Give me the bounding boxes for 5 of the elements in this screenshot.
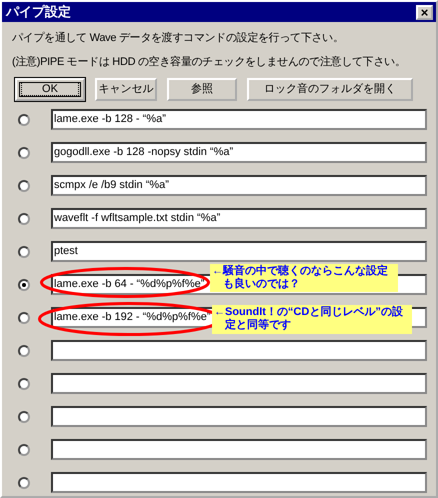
annotation-tooltip: ←騒音の中で聴くのならこんな設定も良いのでは？ bbox=[210, 264, 398, 292]
window-title: パイプ設定 bbox=[6, 3, 71, 22]
message-text: パイプを通して Wave データを渡すコマンドの設定を行って下さい。 bbox=[12, 30, 345, 46]
annotation-tooltip: ←SoundIt！の“CDと同じレベル”の設定と同等です bbox=[212, 305, 412, 334]
message-text: (注意)PIPE モードは HDD の空き容量のチェックをしませんので注意して下さい。 bbox=[12, 54, 406, 70]
